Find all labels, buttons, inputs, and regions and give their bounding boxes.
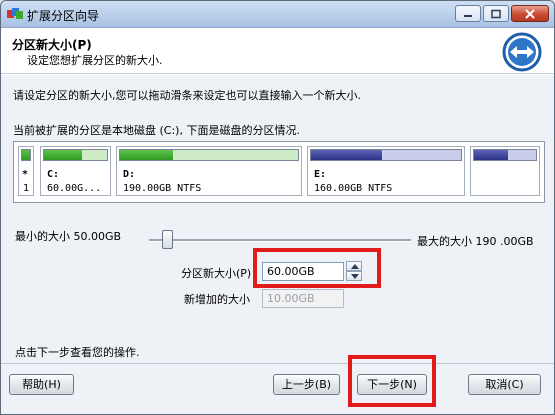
- wizard-header: 分区新大小(P) 设定您想扩展分区的新大小.: [1, 28, 554, 74]
- disk-caption: 当前被扩展的分区是本地磁盘 (C:), 下面是磁盘的分区情况.: [13, 124, 300, 137]
- help-button[interactable]: 帮助(H): [9, 374, 74, 395]
- header-divider: [1, 74, 554, 75]
- close-icon: [525, 8, 535, 19]
- minimize-button[interactable]: [455, 5, 481, 22]
- partition-f-usage-bar: [473, 149, 537, 161]
- disk-marker: * 1: [18, 146, 34, 196]
- partition-c-name: C:: [47, 169, 60, 180]
- wizard-window: 扩展分区向导 分区新大小(P) 设定您想扩展分区的新大小. 请设定分区的新大小,…: [0, 0, 555, 415]
- new-size-label: 分区新大小(P): [181, 267, 252, 280]
- resize-arrows-icon: [502, 32, 542, 72]
- footer-divider: [1, 363, 554, 364]
- disk-map: * 1 C: 60.00G... D: 190.00GB NTFS E: 160…: [13, 141, 545, 203]
- added-size-label: 新增加的大小: [184, 293, 250, 306]
- back-button[interactable]: 上一步(B): [273, 374, 340, 395]
- size-slider-track[interactable]: [149, 239, 411, 242]
- disk-marker-star: *: [22, 169, 29, 180]
- min-size-label: 最小的大小 50.00GB: [15, 230, 122, 243]
- highlight-box-next: [348, 355, 436, 407]
- highlight-box-size: [253, 248, 381, 288]
- partition-c-info: 60.00G...: [47, 183, 102, 194]
- max-size-label: 最大的大小 190 .00GB: [417, 235, 534, 248]
- close-button[interactable]: [511, 5, 549, 22]
- title-bar[interactable]: 扩展分区向导: [1, 1, 554, 28]
- window-title: 扩展分区向导: [27, 9, 100, 23]
- partition-e-name: E:: [314, 169, 327, 180]
- maximize-button[interactable]: [483, 5, 509, 22]
- partition-f[interactable]: [470, 146, 540, 196]
- partition-e-usage-bar: [310, 149, 462, 161]
- size-slider-thumb[interactable]: [162, 230, 173, 249]
- page-subtitle: 设定您想扩展分区的新大小.: [27, 54, 163, 67]
- disk-marker-number: 1: [23, 183, 30, 194]
- partition-c-usage-bar: [43, 149, 108, 161]
- partition-d[interactable]: D: 190.00GB NTFS: [116, 146, 302, 196]
- cancel-button[interactable]: 取消(C): [468, 374, 541, 395]
- minimize-icon: [464, 14, 472, 17]
- added-size-field: [262, 289, 344, 308]
- partition-d-usage-bar: [119, 149, 299, 161]
- maximize-icon: [491, 9, 501, 18]
- instruction-text: 请设定分区的新大小,您可以拖动滑条来设定也可以直接输入一个新大小.: [13, 89, 361, 102]
- partition-d-info: 190.00GB NTFS: [123, 183, 202, 194]
- disk-marker-bar: [21, 149, 31, 161]
- partition-e-info: 160.00GB NTFS: [314, 183, 393, 194]
- page-title: 分区新大小(P): [12, 38, 92, 52]
- partition-d-name: D:: [123, 169, 136, 180]
- partition-c[interactable]: C: 60.00G...: [40, 146, 111, 196]
- app-icon: [7, 8, 23, 19]
- footer-hint: 点击下一步查看您的操作.: [15, 346, 140, 359]
- partition-e[interactable]: E: 160.00GB NTFS: [307, 146, 465, 196]
